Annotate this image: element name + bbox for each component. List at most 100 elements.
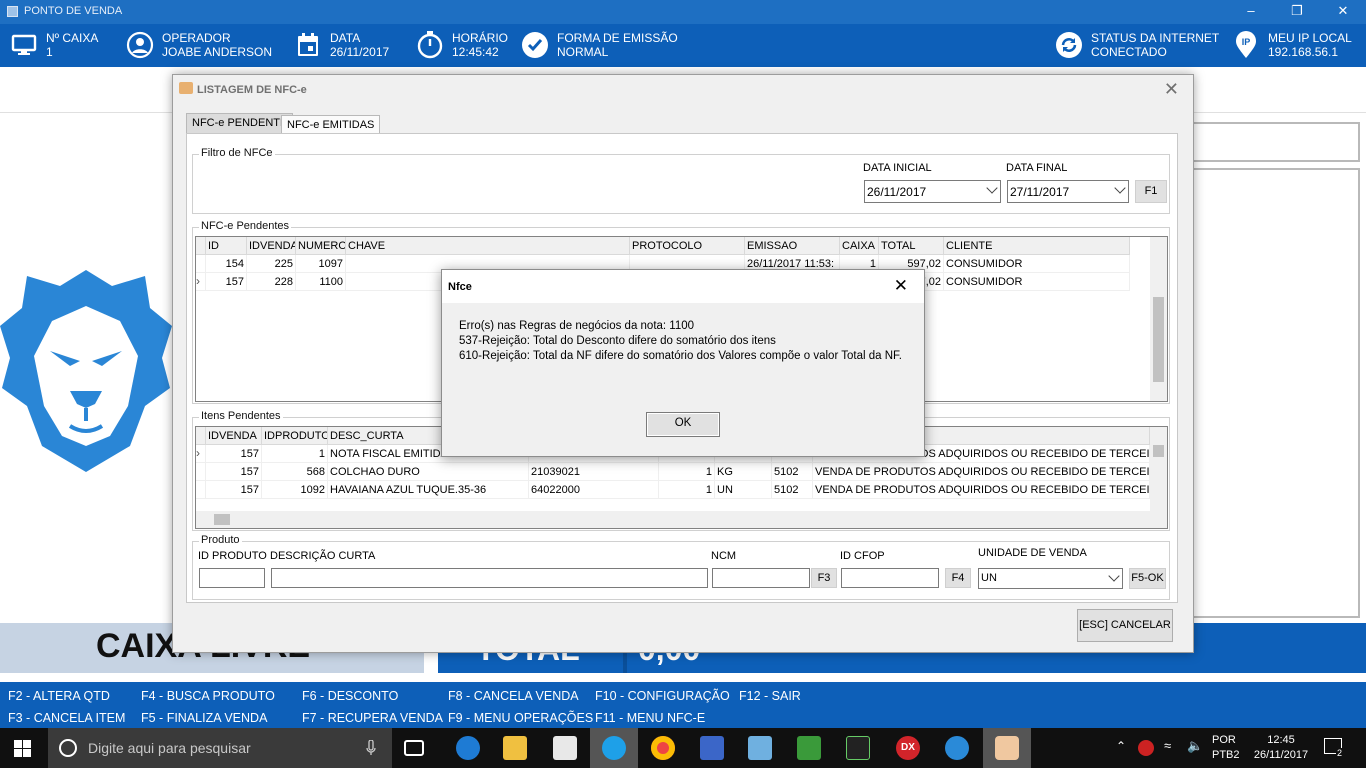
cell[interactable]: VENDA DE PRODUTOS ADQUIRIDOS OU RECEBIDO… <box>813 481 1150 499</box>
cell[interactable]: 1097 <box>296 255 346 273</box>
message-close-icon[interactable]: ✕ <box>894 276 908 296</box>
restore-button[interactable]: ❐ <box>1274 0 1320 24</box>
edge-icon[interactable] <box>456 736 480 760</box>
language-indicator[interactable]: POR PTB2 <box>1212 733 1240 763</box>
chevron-up-icon[interactable]: ⌃ <box>1116 739 1126 753</box>
cell[interactable]: 1 <box>659 463 715 481</box>
file-explorer-icon[interactable] <box>503 736 527 760</box>
ncm-f3-button[interactable]: F3 <box>811 568 837 588</box>
descricao-input[interactable] <box>271 568 708 588</box>
data-final-picker[interactable]: 27/11/2017 <box>1007 180 1129 203</box>
pendentes-vscrollbar[interactable] <box>1150 237 1167 401</box>
fkey-f6[interactable]: F6 - DESCONTO <box>302 689 398 703</box>
cell[interactable]: 157 <box>206 445 262 463</box>
cell[interactable]: HAVAIANA AZUL TUQUE.35-36 <box>328 481 529 499</box>
cell[interactable]: 157 <box>206 463 262 481</box>
col-header[interactable]: EMISSAO <box>745 237 840 255</box>
volume-icon[interactable]: 🔈 <box>1187 738 1203 754</box>
wifi-icon[interactable]: ≈ <box>1164 738 1171 753</box>
cell[interactable]: 154 <box>206 255 247 273</box>
itens-hscrollbar[interactable] <box>196 511 1167 528</box>
devexpress-icon[interactable]: DX <box>896 736 920 760</box>
cancel-button[interactable]: [ESC] CANCELAR <box>1077 609 1173 642</box>
cell[interactable]: CONSUMIDOR <box>944 255 1130 273</box>
cell[interactable]: 5102 <box>772 481 813 499</box>
dialog-close-icon[interactable]: ✕ <box>1164 79 1179 100</box>
cell[interactable]: UN <box>715 481 772 499</box>
chart-app-icon[interactable] <box>797 736 821 760</box>
terminal-icon[interactable] <box>846 736 870 760</box>
fkey-f3[interactable]: F3 - CANCELA ITEM <box>8 711 125 725</box>
filter-f1-button[interactable]: F1 <box>1135 180 1167 203</box>
row-selector[interactable] <box>196 463 206 481</box>
col-header[interactable]: PROTOCOLO <box>630 237 745 255</box>
fkey-f10[interactable]: F10 - CONFIGURAÇÃO <box>595 689 730 703</box>
fkey-f9[interactable]: F9 - MENU OPERAÇÕES <box>448 711 593 725</box>
current-row-arrow-icon[interactable]: › <box>196 445 206 463</box>
cfop-f4-button[interactable]: F4 <box>945 568 971 588</box>
cfop-input[interactable] <box>841 568 939 588</box>
cell[interactable]: KG <box>715 463 772 481</box>
col-header[interactable]: CLIENTE <box>944 237 1130 255</box>
visual-studio-icon[interactable] <box>700 736 724 760</box>
microphone-icon[interactable] <box>366 740 376 756</box>
col-header[interactable]: CAIXA <box>840 237 879 255</box>
cell[interactable]: 157 <box>206 273 247 291</box>
fkey-f11[interactable]: F11 - MENU NFC-E <box>595 711 705 725</box>
windows-start-icon[interactable] <box>14 740 31 757</box>
cell[interactable]: 228 <box>247 273 296 291</box>
data-inicial-picker[interactable]: 26/11/2017 <box>864 180 1001 203</box>
row-selector[interactable] <box>196 255 206 273</box>
fkey-f8[interactable]: F8 - CANCELA VENDA <box>448 689 579 703</box>
cell[interactable]: 1 <box>659 481 715 499</box>
fkey-f4[interactable]: F4 - BUSCA PRODUTO <box>141 689 275 703</box>
cell[interactable]: 1092 <box>262 481 328 499</box>
fkey-f2[interactable]: F2 - ALTERA QTD <box>8 689 110 703</box>
taskbar-search[interactable]: Digite aqui para pesquisar <box>48 728 392 768</box>
fkey-f5[interactable]: F5 - FINALIZA VENDA <box>141 711 267 725</box>
scroll-thumb[interactable] <box>1153 445 1164 457</box>
tab-nfce-pendente[interactable]: NFC-e PENDENTE <box>186 113 294 134</box>
internet-explorer-icon[interactable] <box>945 736 969 760</box>
cell[interactable]: COLCHAO DURO <box>328 463 529 481</box>
tab-nfce-emitidas[interactable]: NFC-e EMITIDAS <box>281 115 381 134</box>
cell[interactable]: 64022000 <box>529 481 659 499</box>
cell[interactable]: VENDA DE PRODUTOS ADQUIRIDOS OU RECEBIDO… <box>813 463 1150 481</box>
cell[interactable]: 225 <box>247 255 296 273</box>
fkey-f12[interactable]: F12 - SAIR <box>739 689 801 703</box>
cell[interactable]: 568 <box>262 463 328 481</box>
row-selector[interactable] <box>196 481 206 499</box>
col-header[interactable]: NUMERO <box>296 237 346 255</box>
cell[interactable]: 1 <box>262 445 328 463</box>
scroll-thumb[interactable] <box>1153 297 1164 382</box>
current-row-arrow-icon[interactable]: › <box>196 273 206 291</box>
col-header[interactable]: ID <box>206 237 247 255</box>
cell[interactable]: 5102 <box>772 463 813 481</box>
col-header[interactable]: IDVENDA <box>206 427 262 445</box>
chrome-icon[interactable] <box>651 736 675 760</box>
skype-taskbar-item[interactable] <box>590 728 638 768</box>
pdv-taskbar-item[interactable] <box>983 728 1031 768</box>
col-header[interactable]: CHAVE <box>346 237 630 255</box>
tray-app-icon[interactable] <box>1138 740 1154 756</box>
close-window-button[interactable]: ✕ <box>1320 0 1366 24</box>
cell[interactable]: 157 <box>206 481 262 499</box>
mail-icon[interactable] <box>553 736 577 760</box>
id-produto-input[interactable] <box>199 568 265 588</box>
col-header[interactable]: IDVENDA <box>247 237 296 255</box>
ok-button[interactable]: OK <box>646 412 720 437</box>
ncm-input[interactable] <box>712 568 810 588</box>
clock[interactable]: 12:45 26/11/2017 <box>1245 733 1317 763</box>
cell[interactable]: 21039021 <box>529 463 659 481</box>
cell[interactable]: CONSUMIDOR <box>944 273 1130 291</box>
task-view-icon[interactable] <box>404 740 424 756</box>
f5-ok-button[interactable]: F5-OK <box>1129 568 1166 589</box>
col-header[interactable]: TOTAL <box>879 237 944 255</box>
unidade-select[interactable]: UN <box>978 568 1123 589</box>
cell[interactable]: 1100 <box>296 273 346 291</box>
scroll-thumb[interactable] <box>214 514 230 525</box>
itens-vscrollbar[interactable] <box>1150 427 1167 511</box>
notepad-icon[interactable] <box>748 736 772 760</box>
col-header[interactable]: IDPRODUTO <box>262 427 328 445</box>
minimize-button[interactable]: – <box>1228 0 1274 24</box>
